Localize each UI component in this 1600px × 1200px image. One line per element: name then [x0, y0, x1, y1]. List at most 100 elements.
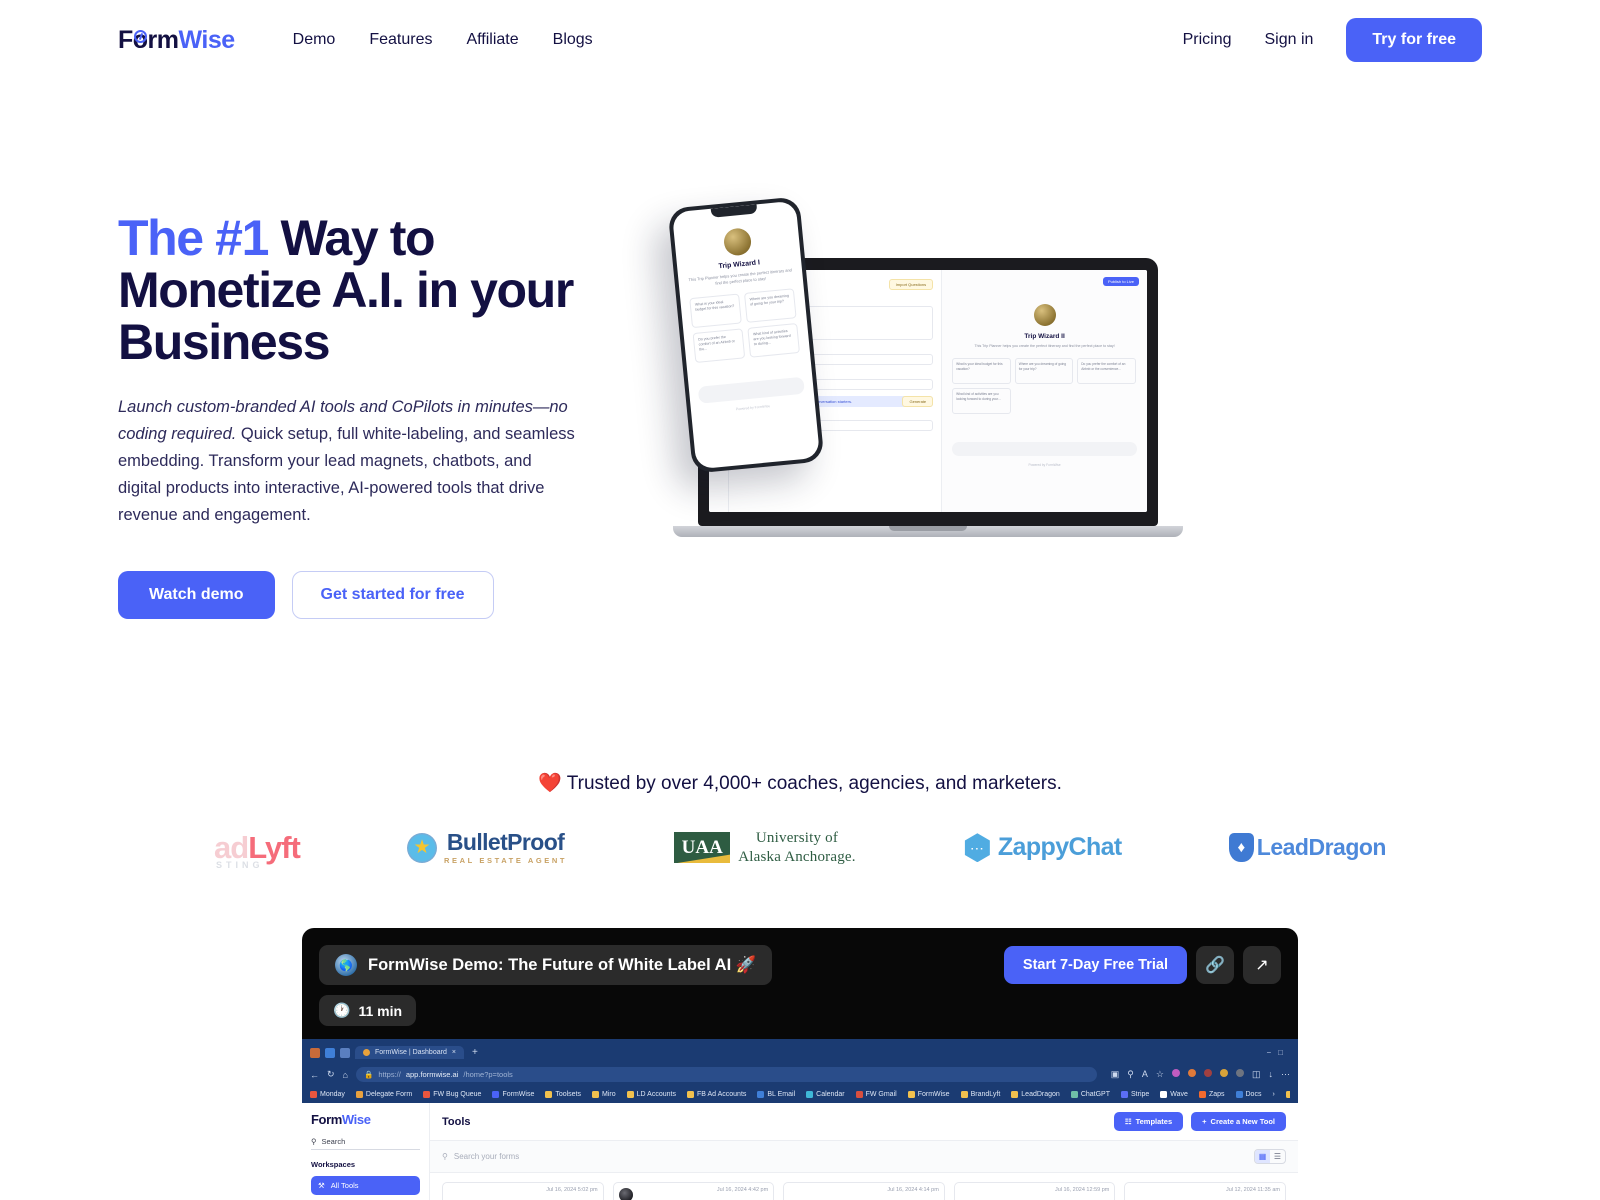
list-item[interactable]: What kind of activities are you looking …: [952, 388, 1011, 415]
bookmark-item[interactable]: LD Accounts: [626, 1091, 676, 1099]
list-view-icon[interactable]: ☰: [1270, 1150, 1285, 1163]
search-icon[interactable]: ⚲: [1127, 1069, 1134, 1080]
logo-zappychat: ⋯ ZappyChat: [963, 833, 1122, 863]
bookmark-item[interactable]: ChatGPT: [1070, 1091, 1110, 1099]
table-row[interactable]: Jul 16, 2024 12:59 pm: [953, 1182, 1116, 1200]
bookmark-item[interactable]: FW Gmail: [855, 1091, 897, 1099]
zappychat-name: ZappyChat: [997, 833, 1122, 862]
hero-section: The #1 Way to Monetize A.I. in your Busi…: [0, 80, 1600, 620]
bookmark-item[interactable]: FormWise: [492, 1091, 534, 1099]
table-row[interactable]: Jul 16, 2024 4:42 pm: [612, 1182, 775, 1200]
bookmark-item[interactable]: Toolsets: [545, 1091, 581, 1099]
profile-icon[interactable]: [310, 1047, 320, 1058]
video-actions: Start 7-Day Free Trial 🔗 ↗: [1003, 946, 1281, 985]
bookmark-item[interactable]: FormWise: [907, 1091, 950, 1099]
search-input[interactable]: ⚲ Search: [311, 1137, 420, 1151]
bookmark-item[interactable]: Other fa: [1285, 1091, 1290, 1099]
dashboard-logo[interactable]: FormWise: [311, 1112, 420, 1127]
forms-search-input[interactable]: ⚲ Search your forms: [442, 1152, 519, 1161]
nav-item-demo[interactable]: Demo: [293, 31, 336, 49]
url-input[interactable]: 🔒 https:// app.formwise.ai/home?p=tools: [355, 1067, 1097, 1083]
adlyft-tagline: STING: [216, 859, 264, 870]
nav-item-blogs[interactable]: Blogs: [553, 31, 593, 49]
back-icon[interactable]: ←: [310, 1070, 319, 1080]
more-icon[interactable]: ⋯: [1281, 1069, 1290, 1080]
sidebar-item-all-tools[interactable]: ⚒ All Tools: [311, 1176, 420, 1196]
browser-chrome: FormWise | Dashboard × + −□ ← ↻ ⌂ 🔒 http…: [302, 1039, 1298, 1104]
browser-tab[interactable]: FormWise | Dashboard ×: [355, 1046, 464, 1060]
video-toolbar: 🌎 FormWise Demo: The Future of White Lab…: [302, 928, 1298, 986]
favicon-icon: [363, 1049, 370, 1057]
nav-item-pricing[interactable]: Pricing: [1183, 31, 1232, 49]
read-aloud-icon[interactable]: A: [1142, 1069, 1148, 1080]
try-for-free-button[interactable]: Try for free: [1346, 18, 1482, 62]
list-item[interactable]: Where are you dreaming of going for your…: [743, 287, 797, 323]
split-screen-icon[interactable]: ▣: [1111, 1069, 1120, 1080]
preview-chat-input[interactable]: [952, 442, 1137, 457]
collections-icon[interactable]: ◫: [1252, 1069, 1261, 1080]
table-row[interactable]: Jul 16, 2024 5:02 pm: [442, 1182, 604, 1200]
bookmark-item[interactable]: Stripe: [1121, 1091, 1149, 1099]
start-trial-button[interactable]: Start 7-Day Free Trial: [1003, 946, 1187, 985]
bookmark-item[interactable]: Calendar: [806, 1091, 845, 1099]
new-tab-icon[interactable]: +: [472, 1047, 478, 1058]
create-new-tool-button[interactable]: + Create a New Tool: [1191, 1112, 1286, 1132]
extension-icon-5[interactable]: [1235, 1069, 1244, 1078]
workspace-icon[interactable]: [325, 1047, 335, 1058]
list-item[interactable]: What is your ideal budget for this vacat…: [952, 358, 1011, 385]
bookmark-item[interactable]: FB Ad Accounts: [686, 1091, 746, 1099]
publish-to-live-button[interactable]: Publish to Live: [1102, 277, 1139, 286]
list-item[interactable]: What kind of activities are you looking …: [747, 322, 800, 358]
search-icon: ⚲: [442, 1152, 448, 1162]
extension-icon-3[interactable]: [1203, 1069, 1212, 1078]
favorite-icon[interactable]: ☆: [1156, 1069, 1164, 1080]
search-placeholder: Search: [321, 1137, 346, 1147]
grid-view-icon[interactable]: ▦: [1255, 1150, 1270, 1164]
bookmark-item[interactable]: Docs: [1235, 1091, 1261, 1099]
extension-icon-2[interactable]: [1187, 1069, 1196, 1078]
nav-item-features[interactable]: Features: [369, 31, 432, 49]
templates-button[interactable]: ☷ Templates: [1113, 1112, 1184, 1132]
bookmark-item[interactable]: Monday: [310, 1091, 345, 1099]
reload-icon[interactable]: ↻: [327, 1069, 335, 1080]
import-questions-button[interactable]: Import Questions: [888, 279, 934, 290]
bookmarks-overflow-icon[interactable]: ›: [1272, 1091, 1274, 1098]
home-icon[interactable]: ⌂: [343, 1070, 348, 1080]
bookmark-item[interactable]: Wave: [1160, 1091, 1188, 1099]
table-row[interactable]: Jul 12, 2024 11:35 am: [1124, 1182, 1286, 1200]
headline-highlight: The #1: [118, 210, 269, 266]
bookmark-item[interactable]: Zaps: [1198, 1091, 1225, 1099]
bookmarks-bar: Monday Delegate Form FW Bug Queue FormWi…: [310, 1087, 1290, 1103]
list-item[interactable]: Do you prefer the comfort of an Airbnb o…: [1077, 358, 1136, 385]
bookmark-item[interactable]: Miro: [592, 1091, 616, 1099]
generate-button-1[interactable]: Generate: [902, 396, 934, 407]
video-duration-badge: 🕐 11 min: [319, 995, 417, 1027]
close-icon[interactable]: ×: [452, 1049, 456, 1056]
bookmark-item[interactable]: FW Bug Queue: [423, 1091, 481, 1099]
nav-item-affiliate[interactable]: Affiliate: [466, 31, 518, 49]
shield-dragon-icon: ♦: [1228, 833, 1254, 863]
extension-icon[interactable]: [340, 1047, 350, 1058]
downloads-icon[interactable]: ↓: [1269, 1069, 1274, 1080]
bookmark-item[interactable]: Delegate Form: [355, 1091, 412, 1099]
extension-icon-4[interactable]: [1219, 1069, 1228, 1078]
formwise-dashboard: FormWise ⚲ Search Workspaces ⚒ All Tools…: [302, 1103, 1298, 1200]
phone-chat-input[interactable]: [697, 376, 805, 404]
list-item[interactable]: What is your ideal budget for this vacat…: [689, 293, 742, 328]
phone-notch: [710, 204, 758, 218]
watch-demo-button[interactable]: Watch demo: [118, 571, 275, 620]
list-item[interactable]: Do you prefer the comfort of an Airbnb o…: [692, 327, 746, 363]
bookmark-item[interactable]: BrandLyft: [960, 1091, 1000, 1099]
list-item[interactable]: Where are you dreaming of going for your…: [1014, 358, 1074, 385]
expand-icon[interactable]: ↗: [1243, 946, 1281, 985]
site-logo[interactable]: Form Wise: [118, 26, 235, 55]
bookmark-item[interactable]: BL Email: [757, 1091, 795, 1099]
window-controls[interactable]: −□: [1266, 1048, 1290, 1057]
link-icon[interactable]: 🔗: [1196, 946, 1234, 985]
nav-item-signin[interactable]: Sign in: [1264, 31, 1313, 49]
get-started-button[interactable]: Get started for free: [291, 571, 494, 620]
phone-starter-cards: What is your ideal budget for this vacat…: [689, 287, 801, 363]
table-row[interactable]: Jul 16, 2024 4:14 pm: [783, 1182, 945, 1200]
extension-icon-1[interactable]: [1171, 1069, 1180, 1078]
bookmark-item[interactable]: LeadDragon: [1011, 1091, 1060, 1099]
